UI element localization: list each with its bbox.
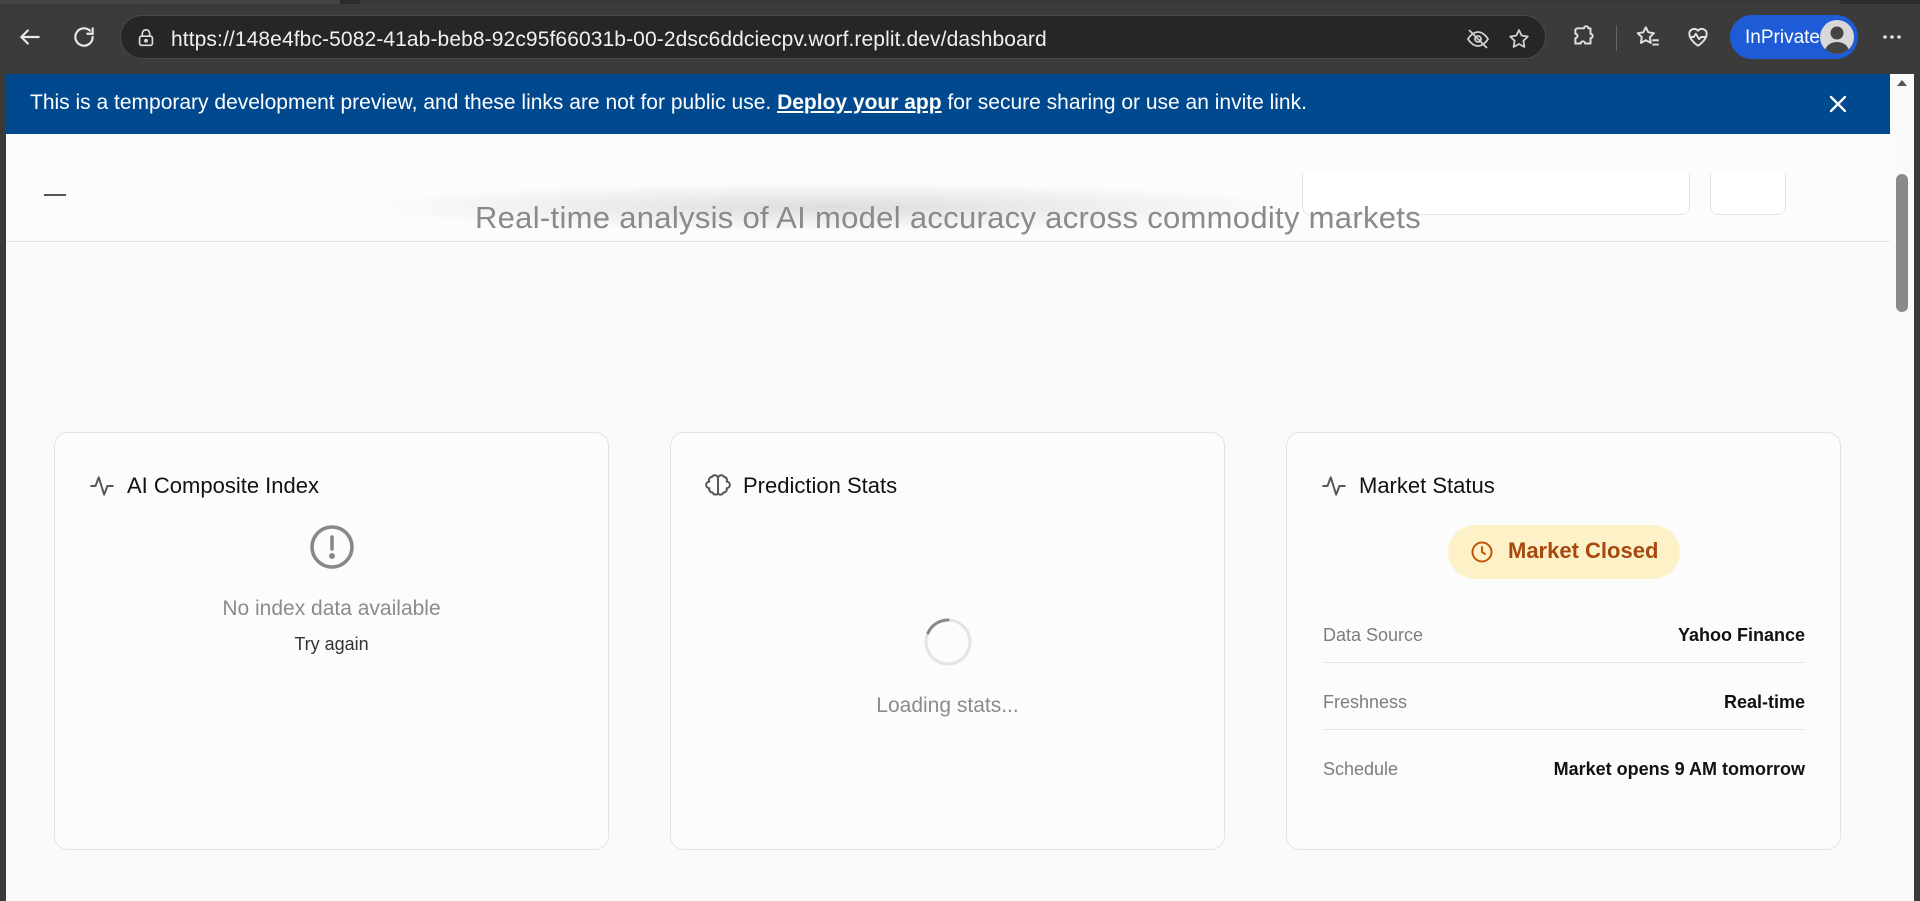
status-row-freshness: Freshness Real-time — [1323, 664, 1805, 730]
scrollbar-thumb[interactable] — [1896, 174, 1908, 312]
scroll-up-arrow-icon[interactable] — [1896, 78, 1908, 88]
status-value: Real-time — [1723, 692, 1805, 712]
inprivate-button[interactable]: InPrivate — [1730, 15, 1858, 59]
status-key: Data Source — [1323, 625, 1424, 645]
prediction-stats-card: Prediction Stats Loading stats... — [670, 432, 1225, 850]
status-value: Market opens 9 AM tomorrow — [1553, 759, 1805, 779]
address-bar[interactable]: https://148e4fbc-5082-41ab-beb8-92c95f66… — [120, 15, 1546, 59]
refresh-button[interactable] — [64, 17, 104, 57]
puzzle-icon — [1574, 25, 1594, 45]
spinner-icon — [924, 618, 971, 666]
status-key: Schedule — [1323, 759, 1399, 779]
empty-state-text: No index data available — [222, 597, 441, 620]
active-tab-edge[interactable] — [360, 0, 1840, 4]
browser-toolbar: https://148e4fbc-5082-41ab-beb8-92c95f66… — [0, 0, 1920, 74]
heart-pulse-icon — [1688, 27, 1708, 47]
extensions-button[interactable] — [1564, 17, 1604, 57]
loading-text: Loading stats... — [876, 694, 1019, 717]
deploy-app-link[interactable]: Deploy your app — [777, 91, 942, 114]
ai-composite-index-card: AI Composite Index No index data availab… — [54, 432, 609, 850]
inprivate-label: InPrivate — [1745, 27, 1820, 48]
alert-circle-icon — [309, 525, 354, 569]
badge-label: Market Closed — [1508, 538, 1659, 563]
banner-text-after: for secure sharing or use an invite link… — [941, 91, 1307, 114]
close-icon[interactable] — [1824, 90, 1852, 118]
user-silhouette-icon — [1824, 26, 1850, 54]
avatar — [1820, 20, 1854, 54]
market-closed-badge: Market Closed — [1448, 525, 1680, 579]
activity-icon — [90, 476, 114, 496]
menu-icon[interactable] — [44, 194, 66, 196]
banner-message: This is a temporary development preview,… — [30, 91, 1307, 115]
page-viewport: This is a temporary development preview,… — [6, 74, 1896, 901]
favorite-star-icon[interactable] — [1507, 27, 1531, 51]
dev-preview-banner: This is a temporary development preview,… — [6, 74, 1890, 134]
banner-text-before: This is a temporary development preview,… — [30, 91, 778, 114]
arrow-left-icon — [20, 29, 40, 45]
refresh-icon — [74, 27, 94, 47]
activity-icon — [1322, 476, 1346, 496]
card-title: AI Composite Index — [127, 473, 319, 498]
favorites-button[interactable] — [1628, 17, 1668, 57]
browser-essentials-button[interactable] — [1678, 17, 1718, 57]
dashboard-subtitle: Real-time analysis of AI model accuracy … — [474, 200, 1422, 235]
tracking-prevention-icon[interactable] — [1466, 27, 1490, 51]
brain-icon — [705, 474, 731, 496]
favorites-star-list-icon — [1636, 26, 1659, 46]
status-value: Yahoo Finance — [1677, 625, 1805, 645]
ellipsis-icon — [1883, 35, 1901, 39]
try-again-button[interactable]: Try again — [55, 634, 608, 655]
url-text[interactable]: https://148e4fbc-5082-41ab-beb8-92c95f66… — [171, 28, 1047, 52]
card-title: Prediction Stats — [743, 473, 898, 498]
status-key: Freshness — [1323, 692, 1408, 712]
card-title: Market Status — [1359, 473, 1495, 498]
clock-icon — [1471, 541, 1493, 563]
more-menu-button[interactable] — [1872, 17, 1912, 57]
back-button[interactable] — [10, 17, 50, 57]
status-row-data-source: Data Source Yahoo Finance — [1323, 597, 1805, 663]
loading-spinner — [671, 617, 1224, 672]
lock-icon[interactable] — [135, 27, 157, 49]
toolbar-divider — [1616, 25, 1617, 51]
tab-edge[interactable] — [0, 0, 340, 4]
alert-icon-wrap — [55, 523, 608, 576]
status-row-schedule: Schedule Market opens 9 AM tomorrow — [1323, 731, 1805, 797]
market-status-card: Market Status Market Closed Data Source … — [1286, 432, 1841, 850]
